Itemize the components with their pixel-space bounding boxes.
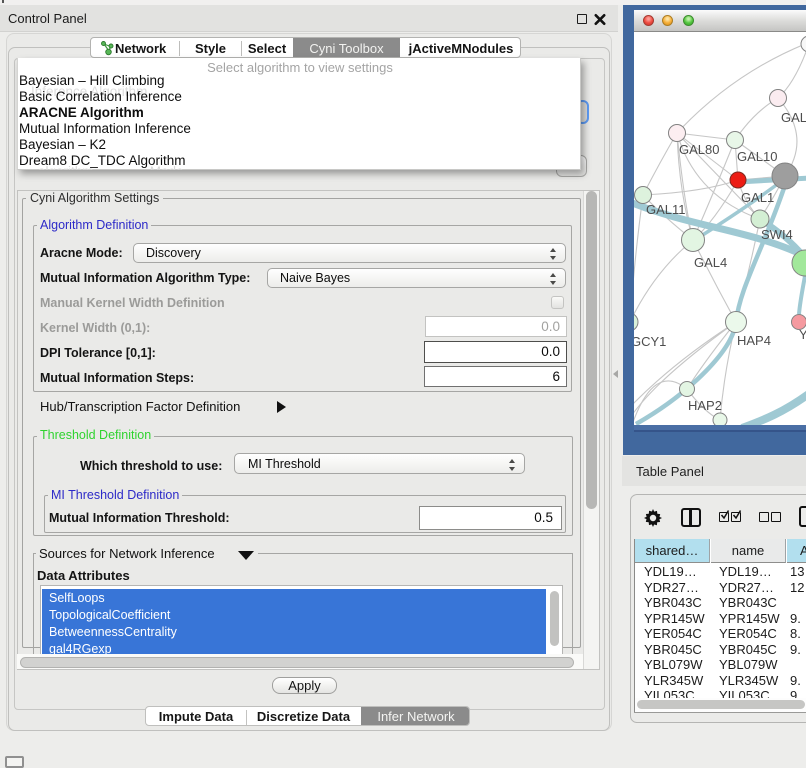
- svg-text:GAL80: GAL80: [679, 142, 719, 157]
- svg-text:Y: Y: [799, 327, 806, 342]
- svg-text:HAP4: HAP4: [737, 333, 771, 348]
- svg-text:SWI4: SWI4: [761, 227, 793, 242]
- svg-text:GAL11: GAL11: [646, 202, 686, 217]
- svg-text:GAL10: GAL10: [737, 149, 777, 164]
- svg-text:GAL1: GAL1: [741, 190, 774, 205]
- svg-text:GAL4: GAL4: [694, 255, 727, 270]
- svg-text:GCY1: GCY1: [634, 334, 666, 349]
- svg-text:HAP2: HAP2: [688, 398, 722, 413]
- svg-text:GAL7: GAL7: [781, 110, 806, 125]
